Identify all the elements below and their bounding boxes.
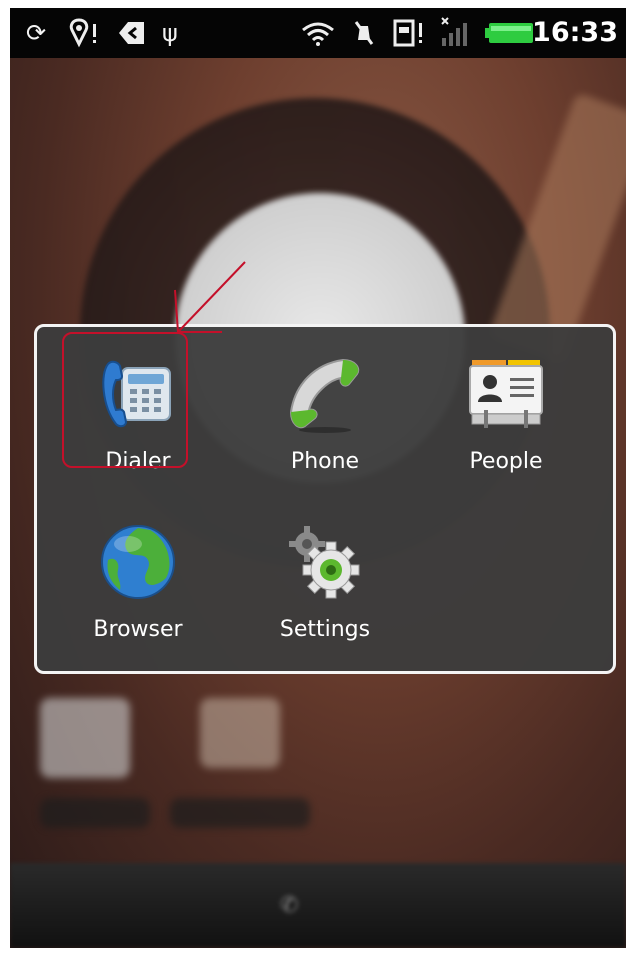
app-label: Browser: [93, 617, 183, 642]
sd-card-alert-icon: [393, 19, 422, 47]
status-bar: ⟳ ψ 16:33: [10, 8, 626, 58]
people-icon: [469, 360, 543, 428]
dock-phone-icon: ✆: [280, 893, 299, 918]
app-settings[interactable]: Settings: [250, 507, 400, 657]
sync-icon: ⟳: [26, 19, 47, 47]
battery-icon: [485, 23, 533, 43]
settings-icon: [289, 526, 360, 599]
home-screen: ✆ ⟳ ψ 16:33 Dialer Phone People Browser …: [10, 8, 626, 948]
app-phone[interactable]: Phone: [250, 339, 400, 489]
vibrate-off-icon: [354, 21, 374, 45]
wifi-icon: [302, 22, 334, 46]
status-bar-time: 16:33: [532, 17, 618, 48]
no-signal-icon: [441, 17, 467, 46]
back-badge-icon: [119, 22, 144, 44]
location-alert-icon: [69, 18, 96, 48]
blurred-home-icon: [200, 698, 280, 768]
app-people[interactable]: People: [431, 339, 581, 489]
app-label: Phone: [290, 449, 360, 474]
usb-icon: ψ: [162, 19, 178, 47]
app-label: People: [469, 449, 543, 474]
dialer-highlight-box: [62, 332, 188, 468]
dock: ✆: [10, 863, 626, 948]
browser-icon: [101, 525, 175, 599]
blurred-home-label: [40, 798, 150, 828]
app-browser[interactable]: Browser: [63, 507, 213, 657]
app-label: Settings: [279, 617, 371, 642]
phone-icon: [289, 358, 360, 433]
blurred-home-label: [170, 798, 310, 828]
blurred-home-icon: [40, 698, 130, 778]
